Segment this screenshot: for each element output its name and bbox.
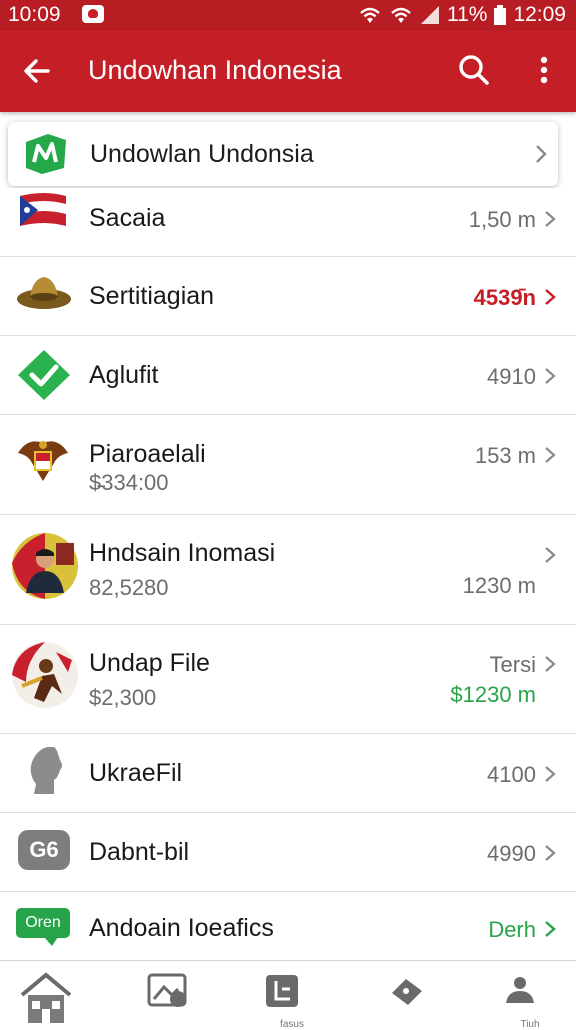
item-name: Sacaia <box>89 204 166 232</box>
list-item[interactable]: Hndsain Inomasi 82,5280 1230 m <box>0 515 576 625</box>
page-title: Undowhan Indonesia <box>88 55 342 85</box>
item-subtext: $2,300 <box>89 685 157 710</box>
status-time: 10:09 <box>8 3 61 26</box>
list-item[interactable]: G6 Dabnt-bil 4990 <box>0 813 576 892</box>
nav-documents[interactable]: fasus <box>262 971 322 1030</box>
head-silhouette-icon <box>30 746 62 794</box>
chevron-right-icon <box>544 210 556 228</box>
item-subtext: $̵334:00 <box>89 470 169 495</box>
document-icon <box>266 975 298 1007</box>
item-subtext: 82,5280 <box>89 575 169 600</box>
nav-profile[interactable]: Tiuh <box>500 971 560 1030</box>
item-name: Piaroaelali <box>89 440 206 468</box>
chevron-right-icon <box>544 446 556 464</box>
person-icon <box>506 977 534 1003</box>
notification-icon <box>82 5 104 23</box>
item-name: Andoain Ioeafics <box>89 914 274 942</box>
item-value: 4910 <box>487 364 536 389</box>
list-item[interactable]: Aglufit 4910 <box>0 336 576 415</box>
status-time-right: 12:09 <box>513 3 566 26</box>
item-name: Undap File <box>89 649 210 677</box>
g6-badge-icon: G6 <box>18 830 70 870</box>
dancer-icon <box>12 642 78 708</box>
item-value-secondary: $1230 m <box>450 682 536 707</box>
chevron-right-icon <box>534 144 548 164</box>
nav-home[interactable] <box>18 971 78 1025</box>
item-value: Derh <box>488 917 536 942</box>
app-bar: Undowhan Indonesia <box>0 30 576 112</box>
status-icons: 11% 12:09 <box>357 3 566 27</box>
list-item[interactable]: Sacaia 1,50 m <box>0 188 576 257</box>
bottom-nav: fasus Tiuh <box>0 960 576 1030</box>
battery-percent: 11% <box>446 3 488 26</box>
tag-icon <box>392 979 422 1005</box>
item-value: 153 m <box>474 443 536 468</box>
item-value: 1,50 m <box>468 207 536 232</box>
item-name: Sertitiagian <box>89 282 215 310</box>
home-icon <box>20 972 72 1023</box>
chevron-right-icon <box>544 765 556 783</box>
more-vert-icon[interactable] <box>530 52 558 88</box>
item-value: 4100 <box>487 762 536 787</box>
item-name: Hndsain Inomasi <box>89 539 276 567</box>
chevron-right-icon <box>544 655 556 673</box>
hat-icon <box>17 277 71 309</box>
check-diamond-icon <box>18 350 70 400</box>
wifi-alt-icon <box>391 7 411 23</box>
image-icon <box>147 973 187 1007</box>
list-item[interactable]: Oren Andoain Ioeafics Derh <box>0 892 576 960</box>
chevron-right-icon <box>544 546 556 564</box>
item-name: UkraeFil <box>89 759 183 787</box>
featured-label: Undowlan Undonsia <box>90 140 314 168</box>
nav-tags[interactable] <box>388 971 448 1025</box>
nav-gallery[interactable] <box>146 971 206 1025</box>
wifi-icon <box>360 7 380 23</box>
chat-badge-icon: Oren <box>16 908 70 938</box>
signal-icon <box>420 6 439 24</box>
item-value: 1230 m <box>462 573 536 598</box>
list-item[interactable]: Undap File $2,300 Tersi $1230 m <box>0 625 576 734</box>
flag-icon <box>20 193 66 226</box>
featured-item[interactable]: Undowlan Undonsia <box>8 122 558 186</box>
item-name: Dabnt-bil <box>89 838 190 866</box>
emblem-icon <box>18 441 68 481</box>
portrait-icon <box>12 533 78 599</box>
status-bar: 10:09 11% 12:09 <box>0 0 576 30</box>
item-name: Aglufit <box>89 361 159 389</box>
back-arrow-icon[interactable] <box>20 54 54 88</box>
item-value: Tersi <box>489 652 536 677</box>
chevron-right-icon <box>544 844 556 862</box>
nav-caption: fasus <box>280 1019 304 1030</box>
chat-tail-icon <box>44 937 58 946</box>
list-item[interactable]: Sertitiagian 4539̄n <box>0 257 576 336</box>
chevron-right-icon <box>544 367 556 385</box>
item-value: 4539̄n <box>473 285 536 310</box>
chevron-right-icon <box>544 288 556 306</box>
nav-caption: Tiuh <box>520 1019 540 1030</box>
app-logo-icon <box>26 134 66 174</box>
search-icon[interactable] <box>456 52 492 88</box>
chevron-right-icon <box>544 920 556 938</box>
list-item[interactable]: Piaroaelali $̵334:00 153 m <box>0 415 576 515</box>
battery-icon <box>494 5 507 25</box>
list-item[interactable]: UkraeFil 4100 <box>0 734 576 813</box>
item-value: 4990 <box>487 841 536 866</box>
